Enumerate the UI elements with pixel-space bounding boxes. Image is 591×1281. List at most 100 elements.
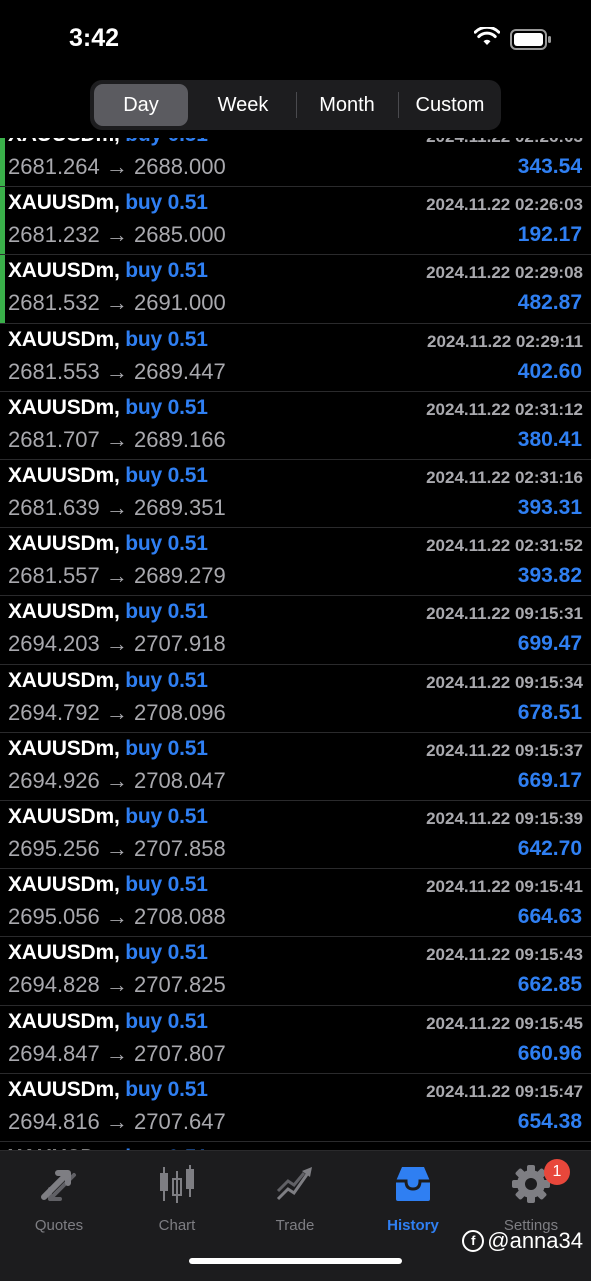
trade-profit: 669.17 [517,768,582,792]
trade-date: 2024.11.22 02:26:03 [426,195,583,215]
trade-side: buy 0.51 [125,941,208,965]
trade-date: 2024.11.22 09:15:45 [426,1013,583,1033]
trade-profit: 662.85 [517,973,582,997]
trade-profit: 654.38 [517,1109,582,1133]
symbol-name: XAUUSDm, [8,668,120,692]
segment-divider [398,92,399,118]
trade-symbol: XAUUSDm, buy 0.51 [8,805,208,829]
trade-row[interactable]: XAUUSDm, buy 0.51 2694.792 → 2708.096 2024… [0,663,591,733]
trade-row[interactable]: XAUUSDm, buy 0.51 2681.232 → 2685.000 2024… [0,186,591,256]
trade-side: buy 0.51 [125,259,208,283]
trade-side: buy 0.51 [125,600,208,624]
trade-prices: 2681.264 → 2688.000 [8,154,226,179]
trade-history-list[interactable]: XAUUSDm, buy 0.51 2681.264 → 2688.000 2024… [0,138,591,1150]
trade-side: buy 0.51 [125,395,208,419]
trade-symbol: XAUUSDm, buy 0.51 [8,138,208,147]
trade-row[interactable]: XAUUSDm, buy 0.51 2681.553 → 2689.447 2024… [0,322,591,392]
trade-row[interactable]: XAUUSDm, buy 0.51 2694.203 → 2707.918 2024… [0,595,591,664]
trade-icon [276,1167,312,1201]
trade-side: buy 0.51 [125,532,208,556]
trade-profit: 664.63 [517,905,582,929]
trade-row[interactable]: XAUUSDm, buy 0.51 2681.639 → 2689.351 2024… [0,459,591,528]
tab-label: History [387,1217,439,1234]
trade-side: buy 0.51 [125,736,208,760]
row-marker [0,138,5,187]
tab-settings[interactable]: 1 Settings [476,1159,586,1234]
wifi-icon [474,27,500,45]
symbol-name: XAUUSDm, [8,532,120,556]
trade-date: 2024.11.22 02:31:16 [426,468,583,487]
tab-trade[interactable]: Trade [240,1163,350,1234]
watermark-text: @anna34 [487,1228,583,1253]
quotes-icon [41,1170,76,1201]
segment-week[interactable]: Week [192,84,294,126]
trade-prices: 2694.828 → 2707.825 [8,972,226,998]
trade-row[interactable]: XAUUSDm, buy 0.51 2695.056 → 2708.088 2024… [0,868,591,937]
symbol-name: XAUUSDm, [8,464,120,487]
trade-side: buy 0.51 [125,873,208,897]
tab-history[interactable]: History [358,1163,468,1234]
trade-row[interactable]: XAUUSDm, buy 0.51 2681.264 → 2688.000 2024… [0,138,591,187]
trade-date: 2024.11.22 09:15:47 [426,1081,583,1101]
trade-symbol: XAUUSDm, buy 0.51 [8,396,208,420]
trade-date: 2024.11.22 02:26:03 [426,138,583,147]
symbol-name: XAUUSDm, [8,1077,120,1101]
trade-row[interactable]: XAUUSDm, buy 0.51 2681.532 → 2691.000 2024… [0,254,591,324]
symbol-name: XAUUSDm, [8,259,120,283]
trade-side: buy 0.51 [125,191,208,215]
trade-symbol: XAUUSDm, buy 0.51 [8,1010,208,1034]
trade-row[interactable]: XAUUSDm, buy 0.51 2694.816 → 2707.647 2024… [0,1072,591,1142]
trade-symbol: XAUUSDm, buy 0.51 [8,328,208,352]
trade-prices: 2681.553 → 2689.447 [8,358,226,384]
trade-symbol: XAUUSDm, buy 0.51 [8,600,208,624]
segment-custom[interactable]: Custom [400,84,500,126]
tab-quotes[interactable]: Quotes [4,1163,114,1234]
symbol-name: XAUUSDm, [8,191,120,215]
segment-day[interactable]: Day [94,84,188,126]
trade-date: 2024.11.22 09:15:43 [426,945,583,965]
history-icon [396,1167,430,1201]
trade-row[interactable]: XAUUSDm, buy 0.51 2681.557 → 2689.279 2024… [0,527,591,596]
symbol-name: XAUUSDm, [8,395,120,419]
home-indicator [189,1258,402,1264]
trade-profit: 642.70 [517,837,582,860]
trade-date: 2024.11.22 02:31:52 [426,536,583,556]
trade-prices: 2694.847 → 2707.807 [8,1040,226,1066]
watermark: f @anna34 [462,1228,583,1254]
symbol-name: XAUUSDm, [8,1009,120,1033]
tab-chart[interactable]: Chart [122,1163,232,1234]
chart-icon [160,1165,194,1203]
trade-prices: 2695.056 → 2708.088 [8,904,226,930]
trade-prices: 2681.707 → 2689.166 [8,426,226,452]
trade-row[interactable]: XAUUSDm, buy 0.51 2681.707 → 2689.166 2024… [0,390,591,460]
tab-label: Quotes [34,1217,84,1234]
trade-date: 2024.11.22 09:15:31 [426,604,583,624]
trade-row[interactable]: XAUUSDm, buy 0.51 2694.847 → 2707.807 2024… [0,1004,591,1074]
trade-row[interactable]: XAUUSDm, buy 0.51 2694.926 → 2708.047 2024… [0,731,591,801]
trade-profit: 402.60 [517,359,582,383]
tab-label: Trade [275,1217,315,1234]
battery-icon [510,29,551,50]
trade-profit: 343.54 [517,155,582,178]
trade-row[interactable]: XAUUSDm, buy 0.51 2694.828 → 2707.825 2024… [0,936,591,1005]
symbol-name: XAUUSDm, [8,873,120,897]
trade-date: 2024.11.22 09:15:39 [426,809,583,828]
trade-date: 2024.11.22 02:31:12 [426,399,583,419]
trade-row[interactable]: XAUUSDm, buy 0.512024.11.22 09:15:50 [0,1141,591,1150]
symbol-name: XAUUSDm, [8,736,120,760]
tab-label: Chart [158,1217,196,1234]
segment-month[interactable]: Month [298,84,396,126]
trade-side: buy 0.51 [125,1077,208,1101]
trade-profit: 660.96 [517,1041,582,1065]
notification-badge: 1 [544,1159,570,1185]
row-marker [0,187,5,256]
symbol-name: XAUUSDm, [8,138,120,146]
facebook-icon: f [462,1230,485,1252]
symbol-name: XAUUSDm, [8,327,120,351]
trade-profit: 393.82 [517,564,582,588]
trade-symbol: XAUUSDm, buy 0.51 [8,941,208,965]
trade-prices: 2694.926 → 2708.047 [8,767,226,793]
trade-date: 2024.11.22 02:29:08 [426,263,583,283]
trade-profit: 482.87 [517,291,582,315]
trade-row[interactable]: XAUUSDm, buy 0.51 2695.256 → 2707.858 2024… [0,800,591,869]
